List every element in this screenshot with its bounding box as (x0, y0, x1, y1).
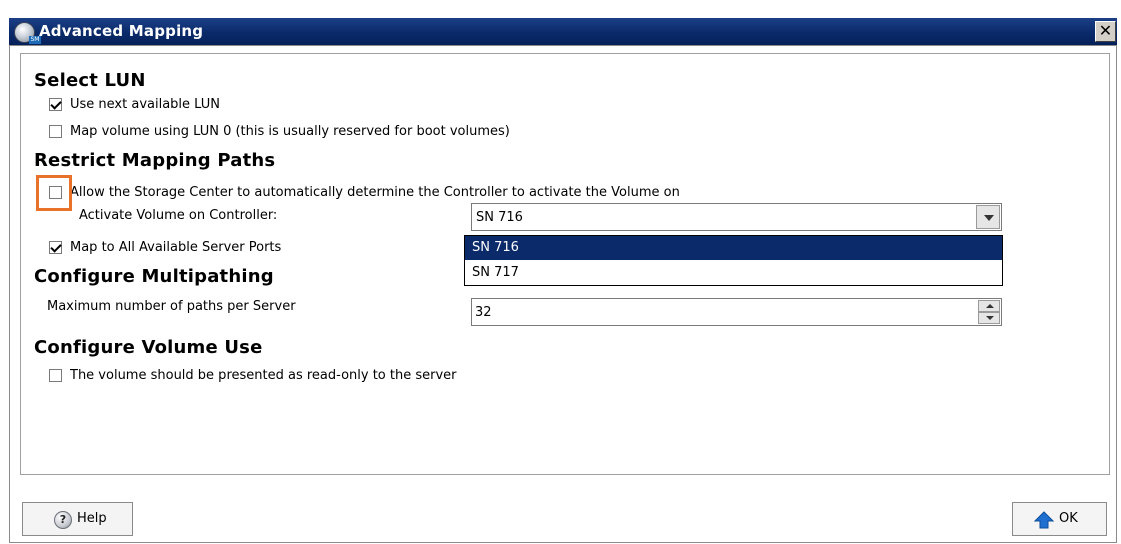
controller-dropdown-list[interactable]: SN 716 SN 717 (464, 235, 1003, 286)
section-title-multipathing: Configure Multipathing (34, 266, 274, 287)
decrement-icon[interactable] (978, 312, 1000, 324)
controller-select[interactable]: SN 716 (471, 203, 1002, 231)
section-title-volume-use: Configure Volume Use (34, 337, 263, 358)
help-button[interactable]: ? Help (22, 502, 133, 536)
use-next-lun-label[interactable]: Use next available LUN (70, 97, 220, 112)
dropdown-option[interactable]: SN 717 (465, 261, 1002, 285)
increment-icon[interactable] (978, 300, 1000, 312)
window-title: Advanced Mapping (39, 22, 204, 40)
map-all-ports-checkbox[interactable] (49, 241, 62, 254)
up-arrow-icon (1034, 511, 1054, 529)
close-icon: ✕ (1098, 21, 1113, 40)
activate-controller-label: Activate Volume on Controller: (79, 208, 278, 223)
background-window-strip (0, 0, 1121, 14)
max-paths-label: Maximum number of paths per Server (47, 299, 296, 314)
window-titlebar[interactable]: SM Advanced Mapping ✕ (9, 18, 1117, 45)
read-only-label[interactable]: The volume should be presented as read-o… (70, 368, 457, 383)
ok-button[interactable]: OK (1012, 502, 1107, 536)
section-title-select-lun: Select LUN (34, 70, 146, 91)
map-all-ports-label[interactable]: Map to All Available Server Ports (70, 240, 281, 255)
read-only-checkbox[interactable] (49, 369, 62, 382)
ok-button-label: OK (1059, 511, 1078, 526)
annotation-highlight-box (36, 175, 72, 211)
help-button-label: Help (77, 511, 107, 526)
max-paths-spinner[interactable]: 32 (471, 298, 1002, 326)
dropdown-option[interactable]: SN 716 (465, 236, 1002, 260)
help-icon: ? (54, 511, 72, 529)
max-paths-value[interactable]: 32 (475, 305, 492, 320)
auto-controller-label[interactable]: Allow the Storage Center to automaticall… (70, 185, 680, 200)
use-next-lun-checkbox[interactable] (49, 98, 62, 111)
close-button[interactable]: ✕ (1095, 21, 1116, 42)
map-lun0-checkbox[interactable] (49, 125, 62, 138)
section-title-restrict-paths: Restrict Mapping Paths (34, 150, 276, 171)
chevron-down-icon[interactable] (976, 205, 1000, 229)
controller-select-value: SN 716 (476, 210, 523, 225)
map-lun0-label[interactable]: Map volume using LUN 0 (this is usually … (70, 124, 510, 139)
dell-storage-manager-icon: SM (14, 22, 41, 44)
spinner-buttons[interactable] (978, 300, 1000, 324)
